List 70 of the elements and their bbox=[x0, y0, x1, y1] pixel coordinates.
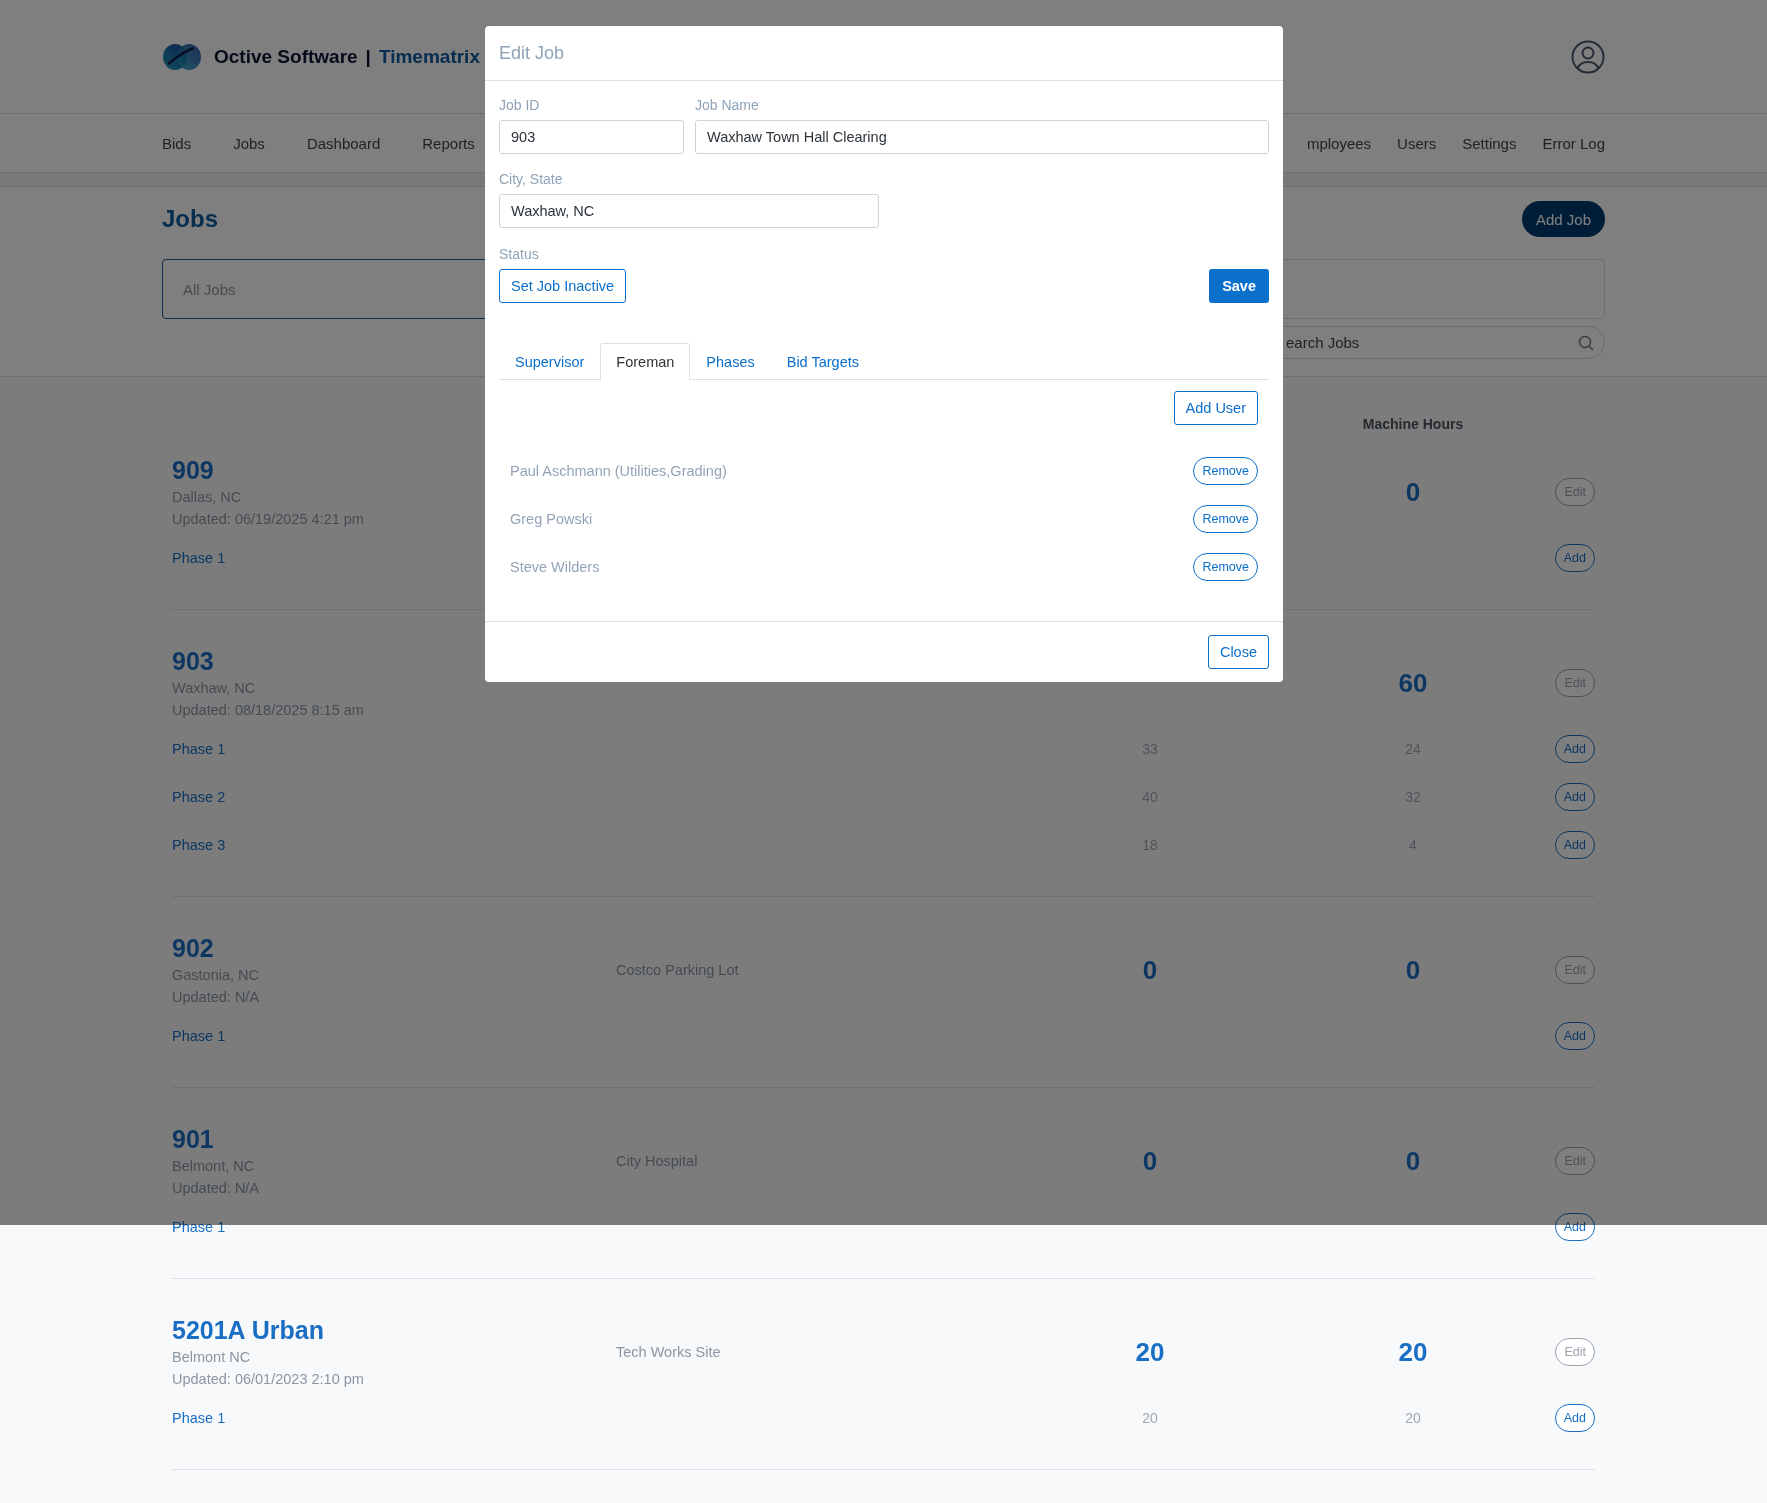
add-button[interactable]: Add bbox=[1554, 1213, 1595, 1241]
nav-link[interactable]: Settings bbox=[1462, 134, 1517, 152]
user-name: Paul Aschmann (Utilities,Grading) bbox=[510, 463, 727, 479]
add-job-button[interactable]: Add Job bbox=[1521, 201, 1605, 237]
phase-link[interactable]: Phase 3 bbox=[172, 837, 226, 853]
add-button[interactable]: Add bbox=[1554, 544, 1595, 572]
column-heading: Machine Hours bbox=[1361, 416, 1465, 432]
field-label: Status bbox=[499, 246, 540, 262]
job-updated: Updated: 06/01/2023 2:10 pm bbox=[172, 1370, 364, 1389]
nav-link[interactable]: Dashboard bbox=[306, 134, 381, 152]
add-button[interactable]: Add bbox=[1554, 831, 1595, 859]
page-title: Jobs bbox=[162, 205, 218, 233]
search-icon bbox=[1578, 334, 1594, 351]
labor-hours: 0 bbox=[1142, 954, 1158, 985]
logo-icon bbox=[162, 41, 202, 72]
close-button[interactable]: Close bbox=[1207, 635, 1269, 669]
labor-hours: 0 bbox=[1142, 1145, 1158, 1176]
job-id-link[interactable]: 5201A Urban bbox=[172, 1314, 324, 1346]
job-name-input[interactable]: Waxhaw Town Hall Clearing bbox=[695, 120, 1269, 154]
modal-title: Edit Job bbox=[499, 42, 565, 64]
add-button[interactable]: Add bbox=[1554, 1404, 1595, 1432]
product-name: Timematrix bbox=[378, 45, 480, 68]
machine-hours: 0 bbox=[1405, 954, 1421, 985]
city-state-input[interactable]: Waxhaw, NC bbox=[499, 194, 879, 228]
user-name: Greg Powski bbox=[510, 511, 593, 527]
machine-hours: 0 bbox=[1405, 476, 1421, 507]
phase-link[interactable]: Phase 1 bbox=[172, 550, 226, 566]
nav-link[interactable]: Bids bbox=[162, 134, 192, 152]
job-id-link[interactable]: 909 bbox=[172, 454, 214, 486]
phase-machine-hours: 20 bbox=[1405, 1410, 1421, 1426]
job-city: Belmont NC bbox=[172, 1348, 251, 1367]
machine-hours: 60 bbox=[1398, 667, 1428, 698]
brand-name: Octive Software bbox=[214, 45, 358, 68]
remove-button[interactable]: Remove bbox=[1193, 505, 1258, 533]
add-button[interactable]: Add bbox=[1554, 1022, 1595, 1050]
job-id-link[interactable]: 903 bbox=[172, 645, 214, 677]
job-name: Tech Works Site bbox=[616, 1344, 721, 1360]
save-button[interactable]: Save bbox=[1209, 269, 1269, 303]
nav-link[interactable]: Error Log bbox=[1542, 134, 1605, 152]
phase-link[interactable]: Phase 1 bbox=[172, 1410, 226, 1426]
remove-button[interactable]: Remove bbox=[1193, 457, 1258, 485]
phase-link[interactable]: Phase 1 bbox=[172, 741, 226, 757]
tab[interactable]: Foreman bbox=[600, 343, 691, 380]
nav-link[interactable]: mployees bbox=[1306, 134, 1372, 152]
field-label: City, State bbox=[499, 171, 564, 187]
user-avatar-icon[interactable] bbox=[1571, 39, 1605, 74]
phase-link[interactable]: Phase 1 bbox=[172, 1028, 226, 1044]
job-id-input[interactable]: 903 bbox=[499, 120, 684, 154]
add-button[interactable]: Add bbox=[1554, 783, 1595, 811]
labor-hours: 20 bbox=[1135, 1336, 1165, 1367]
field-label: Job ID bbox=[499, 97, 541, 113]
tab[interactable]: Phases bbox=[690, 343, 771, 380]
add-user-button[interactable]: Add User bbox=[1173, 391, 1258, 425]
nav-link[interactable]: Reports bbox=[422, 134, 475, 152]
job-id-link[interactable]: 902 bbox=[172, 932, 214, 964]
phase-link[interactable]: Phase 2 bbox=[172, 789, 226, 805]
remove-button[interactable]: Remove bbox=[1193, 553, 1258, 581]
machine-hours: 0 bbox=[1405, 1145, 1421, 1176]
job-id-link[interactable]: 901 bbox=[172, 1123, 214, 1155]
phase-labor-hours: 20 bbox=[1142, 1410, 1158, 1426]
tab[interactable]: Bid Targets bbox=[770, 343, 875, 380]
brand-separator: | bbox=[365, 45, 371, 68]
add-button[interactable]: Add bbox=[1554, 735, 1595, 763]
nav-link[interactable]: Users bbox=[1397, 134, 1437, 152]
user-name: Steve Wilders bbox=[510, 559, 600, 575]
nav-link[interactable]: Jobs bbox=[233, 134, 265, 152]
tab[interactable]: Supervisor bbox=[499, 343, 601, 380]
machine-hours: 20 bbox=[1398, 1336, 1428, 1367]
field-label: Job Name bbox=[695, 97, 760, 113]
edit-button[interactable]: Edit bbox=[1555, 1338, 1595, 1366]
